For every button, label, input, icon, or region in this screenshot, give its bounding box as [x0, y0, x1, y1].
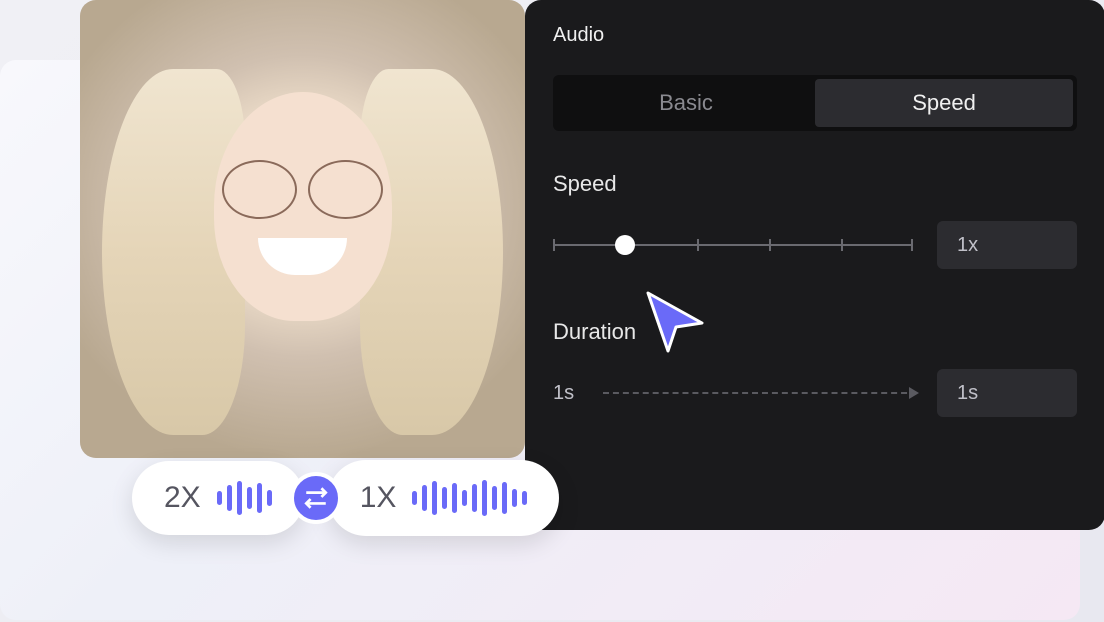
speed-value-box[interactable]: 1x	[937, 221, 1077, 269]
speed-comparison-pills: 2X 1X	[132, 460, 559, 536]
duration-row: 1s 1s	[553, 369, 1077, 417]
panel-title: Audio	[553, 24, 1077, 47]
slider-track	[553, 244, 913, 246]
tab-speed[interactable]: Speed	[815, 79, 1073, 127]
speed-slider-row: 1x	[553, 221, 1077, 269]
swap-icon	[290, 472, 342, 524]
pill-2x-label: 2X	[164, 481, 201, 515]
waveform-icon	[217, 481, 272, 515]
audio-panel: Audio Basic Speed Speed 1x Duration 1s 1…	[525, 0, 1104, 530]
duration-value-box[interactable]: 1s	[937, 369, 1077, 417]
speed-slider[interactable]	[553, 233, 913, 257]
pill-1x-label: 1X	[360, 481, 397, 515]
pill-2x: 2X	[132, 461, 304, 535]
slider-thumb[interactable]	[615, 235, 635, 255]
waveform-icon	[412, 480, 527, 516]
video-preview[interactable]	[80, 0, 525, 458]
tab-basic[interactable]: Basic	[557, 79, 815, 127]
speed-section-label: Speed	[553, 171, 1077, 197]
duration-arrow-icon	[603, 392, 917, 394]
pill-1x: 1X	[328, 460, 560, 536]
duration-section-label: Duration	[553, 319, 1077, 345]
duration-start: 1s	[553, 382, 583, 405]
glasses-placeholder	[222, 160, 382, 215]
tab-row: Basic Speed	[553, 75, 1077, 131]
